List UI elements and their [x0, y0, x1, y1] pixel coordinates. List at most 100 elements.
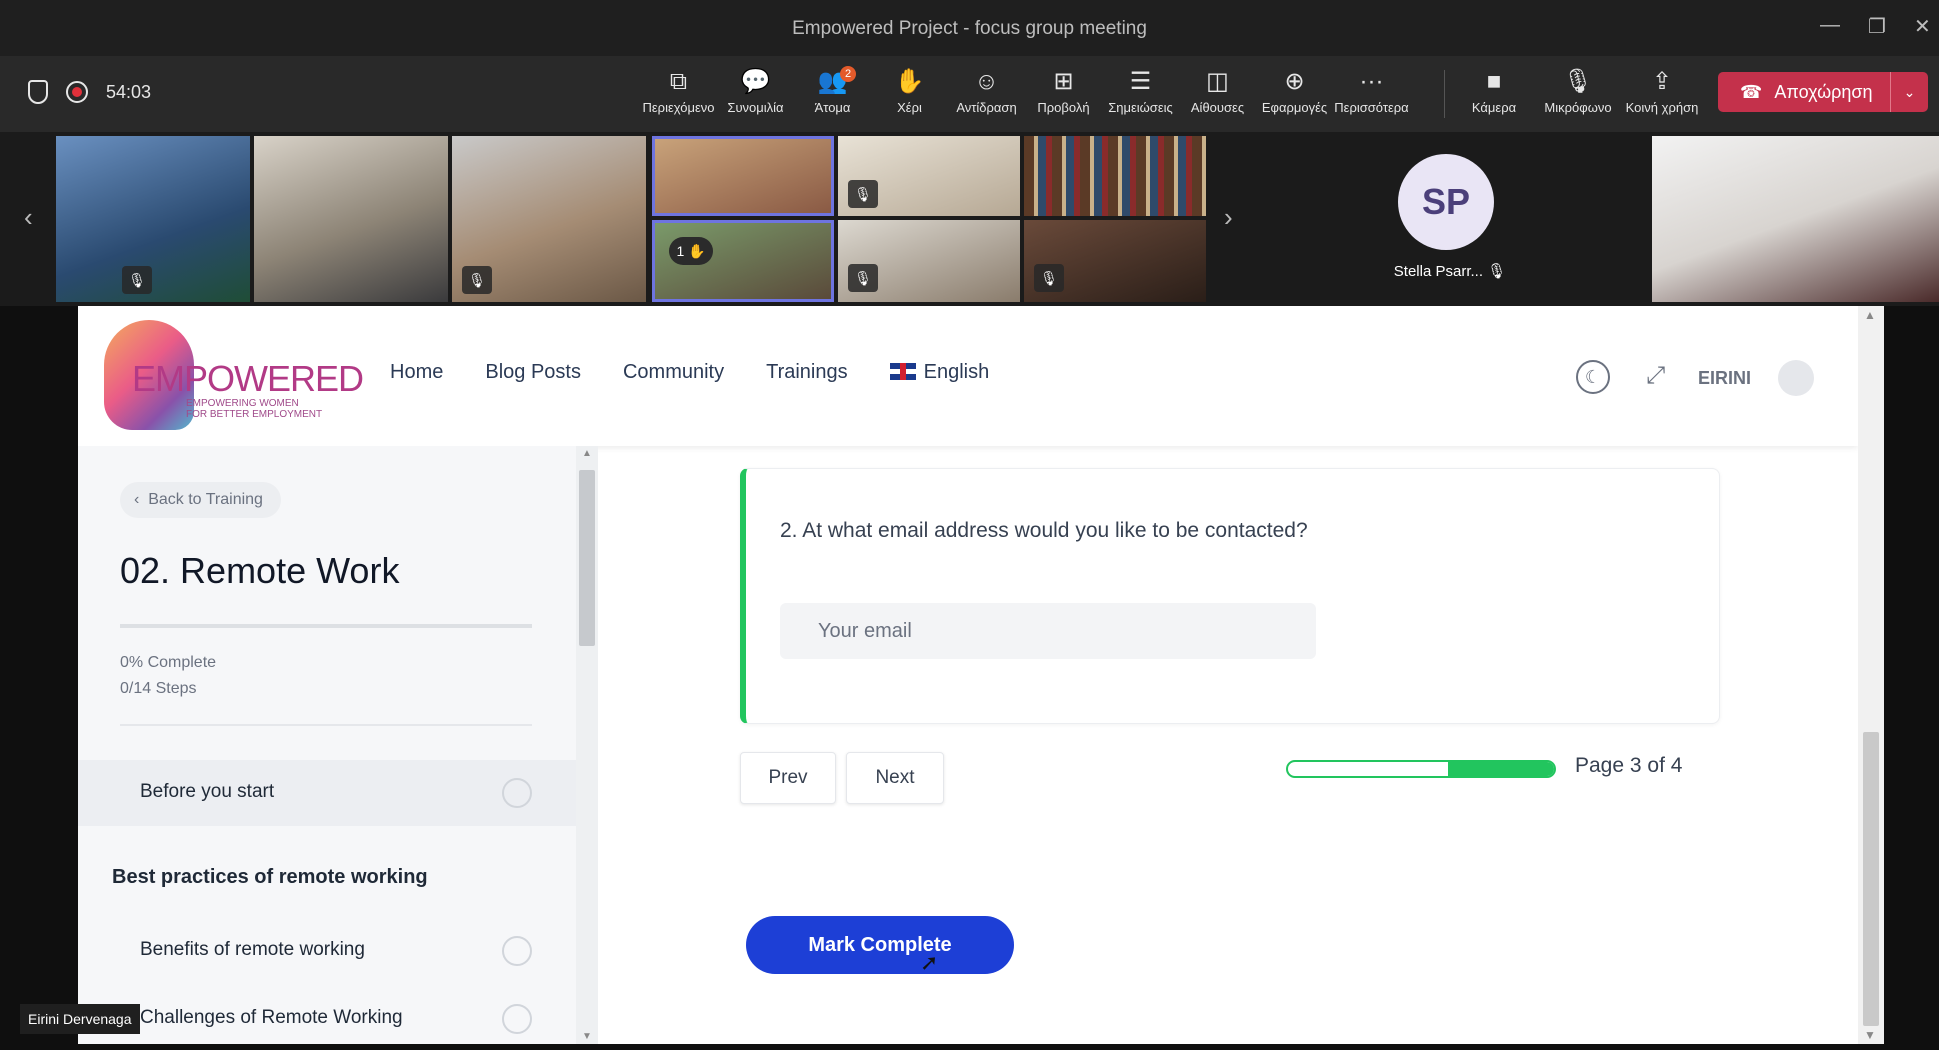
leave-button[interactable]: ☎ Αποχώρηση ⌄	[1718, 72, 1928, 112]
toolbar-button-reaction[interactable]: ☺ Αντίδραση	[948, 64, 1025, 115]
toolbar-button-chat[interactable]: 💬 Συνομιλία	[717, 64, 794, 115]
participant-video-3[interactable]: 🎙	[452, 136, 646, 302]
course-progress-bar	[120, 624, 532, 628]
lesson-item-before-you-start[interactable]: Before you start	[78, 760, 576, 826]
back-to-training-button[interactable]: ‹ Back to Training	[120, 482, 281, 518]
nav-home[interactable]: Home	[390, 361, 443, 384]
muted-mic-icon: 🎙	[462, 266, 492, 294]
empowered-logo[interactable]: EMPOWERED EMPOWERING WOMEN FOR BETTER EMP…	[104, 320, 364, 432]
dark-mode-icon[interactable]: ☾	[1576, 360, 1610, 394]
window-title-bar: Empowered Project - focus group meeting …	[0, 0, 1939, 56]
notes-icon: ☰	[1129, 68, 1152, 95]
nav-blog-posts[interactable]: Blog Posts	[485, 361, 581, 384]
toolbar-button-apps[interactable]: ⊕ Εφαρμογές	[1256, 64, 1333, 115]
view-icon: ⊞	[1053, 68, 1074, 95]
section-heading[interactable]: Best practices of remote working	[112, 866, 428, 889]
question-text: 2. At what email address would you like …	[780, 519, 1308, 542]
apps-icon: ⊕	[1284, 68, 1305, 95]
lesson-status-circle-icon	[502, 936, 532, 966]
avatar[interactable]	[1778, 360, 1814, 396]
microphone-button[interactable]: 🎙 Μικρόφωνο	[1536, 64, 1620, 115]
meeting-timer: 54:03	[106, 81, 152, 102]
nav-trainings[interactable]: Trainings	[766, 361, 848, 384]
email-field[interactable]	[780, 603, 1316, 659]
lesson-item-benefits[interactable]: Benefits of remote working	[78, 918, 576, 984]
scroll-up-icon[interactable]: ▲	[582, 448, 592, 459]
participant-video-4[interactable]	[652, 136, 834, 216]
next-button[interactable]: Next	[846, 752, 944, 804]
logo-wordmark: EMPOWERED	[132, 358, 364, 399]
participant-video-7[interactable]: 🎙	[838, 220, 1020, 302]
quiz-progress-bar	[1286, 760, 1556, 778]
maximize-icon[interactable]: ❐	[1868, 14, 1886, 39]
header-actions: ☾ ⤢ EIRINI	[1538, 356, 1858, 400]
quiz-progress-fill	[1447, 762, 1554, 776]
participant-video-2[interactable]	[254, 136, 448, 302]
scrollbar-thumb[interactable]	[579, 470, 595, 646]
page-scrollbar[interactable]: ▲ ▼	[1858, 306, 1884, 1044]
toolbar-button-raise-hand[interactable]: ✋ Χέρι	[871, 64, 948, 115]
recording-icon	[66, 81, 88, 103]
meeting-status: 54:03	[28, 80, 151, 104]
reaction-icon: ☺	[974, 68, 999, 95]
sidebar-scrollbar[interactable]: ▲ ▼	[576, 446, 598, 1044]
presenter-name-label: Eirini Dervenaga	[20, 1004, 140, 1034]
participant-video-1[interactable]: 🎙	[56, 136, 250, 302]
nav-community[interactable]: Community	[623, 361, 724, 384]
lesson-status-circle-icon	[502, 778, 532, 808]
participant-name: Stella Psarr... 🎙	[1393, 263, 1507, 280]
raised-hand-badge: 1 ✋	[669, 237, 713, 265]
mark-complete-button[interactable]: Mark Complete	[746, 916, 1014, 974]
toolbar-button-more[interactable]: ··· Περισσότερα	[1333, 64, 1410, 115]
prev-button[interactable]: Prev	[740, 752, 836, 804]
scroll-up-icon[interactable]: ▲	[1864, 308, 1876, 322]
mouse-cursor-icon: ➚	[920, 950, 939, 975]
toolbar-actions: ⧉ Περιεχόμενο 💬 Συνομιλία 👥 2 Άτομα ✋ Χέρ…	[640, 64, 1410, 115]
participant-video-6[interactable]: 🎙	[838, 136, 1020, 216]
toolbar-button-content[interactable]: ⧉ Περιεχόμενο	[640, 64, 717, 115]
chevron-down-icon[interactable]: ⌄	[1890, 72, 1928, 112]
shared-screen: EMPOWERED EMPOWERING WOMEN FOR BETTER EMP…	[0, 306, 1939, 1050]
share-button[interactable]: ⇪ Κοινή χρήση	[1620, 64, 1704, 115]
toolbar-button-rooms[interactable]: ◫ Αίθουσες	[1179, 64, 1256, 115]
main-nav: Home Blog Posts Community Trainings Engl…	[390, 361, 989, 384]
logo-tagline: EMPOWERING WOMEN FOR BETTER EMPLOYMENT	[186, 398, 323, 420]
people-count-badge: 2	[840, 66, 856, 82]
share-icon: ⇪	[1651, 68, 1673, 95]
hang-up-icon: ☎	[1740, 81, 1763, 102]
scroll-down-icon[interactable]: ▼	[582, 1031, 592, 1042]
course-title: 02. Remote Work	[120, 550, 400, 591]
participant-video-9[interactable]: 🎙	[1024, 220, 1206, 302]
people-icon: 👥 2	[794, 64, 871, 100]
camera-button[interactable]: ■ Κάμερα	[1452, 64, 1536, 115]
question-card: 2. At what email address would you like …	[740, 468, 1720, 724]
scrollbar-thumb[interactable]	[1863, 732, 1879, 1026]
lesson-item-challenges[interactable]: Challenges of Remote Working	[78, 986, 576, 1044]
avatar: SP	[1398, 154, 1494, 250]
scroll-down-icon[interactable]: ▼	[1864, 1028, 1876, 1042]
participant-tile-stella[interactable]: SP Stella Psarr... 🎙	[1255, 132, 1645, 304]
toolbar-button-view[interactable]: ⊞ Προβολή	[1025, 64, 1102, 115]
shield-icon	[28, 80, 48, 104]
user-name[interactable]: EIRINI	[1698, 368, 1751, 389]
close-icon[interactable]: ✕	[1914, 14, 1931, 39]
uk-flag-icon	[889, 363, 916, 380]
minimize-icon[interactable]: —	[1820, 14, 1840, 37]
camera-icon: ■	[1486, 68, 1502, 95]
chat-icon: 💬	[740, 68, 771, 95]
language-selector[interactable]: English	[889, 361, 989, 384]
course-steps-text: 0/14 Steps	[120, 680, 197, 697]
presenter-video[interactable]	[1652, 136, 1939, 302]
shared-website: EMPOWERED EMPOWERING WOMEN FOR BETTER EMP…	[78, 306, 1884, 1044]
lesson-status-circle-icon	[502, 1004, 532, 1034]
course-sidebar: ‹ Back to Training 02. Remote Work 0% Co…	[78, 446, 598, 1044]
chevron-right-icon[interactable]: ›	[1224, 202, 1233, 233]
chevron-left-icon[interactable]: ‹	[24, 202, 33, 233]
divider	[120, 724, 532, 726]
fullscreen-icon[interactable]: ⤢	[1646, 362, 1665, 390]
toolbar-button-people[interactable]: 👥 2 Άτομα	[794, 64, 871, 115]
participant-video-5[interactable]: 1 ✋	[652, 220, 834, 302]
toolbar-button-notes[interactable]: ☰ Σημειώσεις	[1102, 64, 1179, 115]
participant-video-8[interactable]	[1024, 136, 1206, 216]
toolbar-divider	[1444, 70, 1445, 118]
